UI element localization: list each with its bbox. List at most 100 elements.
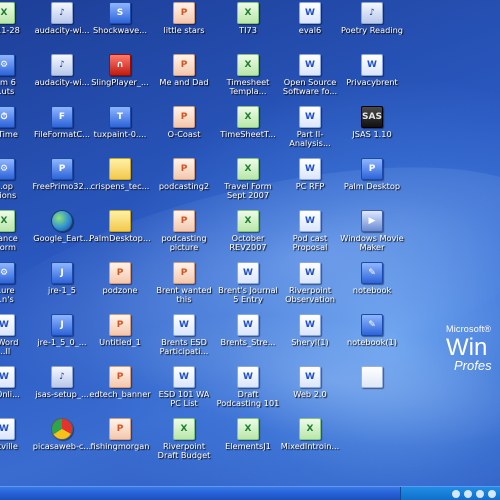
desktop-icon-label: TimeSheetT... bbox=[220, 130, 276, 139]
antivirus-icon[interactable] bbox=[476, 490, 484, 498]
desktop-icon-label: Open Source Software fo... bbox=[282, 78, 338, 96]
word-file-icon: W bbox=[299, 210, 321, 232]
desktop-icon[interactable]: W Draft Podcasting 101 bbox=[214, 366, 282, 414]
app-file-icon: ✎ bbox=[361, 262, 383, 284]
desktop-icon[interactable]: P Palm Desktop bbox=[338, 158, 406, 206]
folder-file-icon bbox=[109, 210, 131, 232]
desktop-icon[interactable] bbox=[338, 366, 406, 414]
chrome-file-icon bbox=[51, 418, 73, 440]
ppt-file-icon: P bbox=[109, 418, 131, 440]
desktop-icon[interactable]: X Riverpoint Draft Budget bbox=[150, 418, 218, 466]
word-file-icon: W bbox=[299, 54, 321, 76]
ppt-file-icon: P bbox=[173, 106, 195, 128]
excel-file-icon: X bbox=[299, 418, 321, 440]
excel-file-icon: X bbox=[173, 418, 195, 440]
desktop-icon[interactable]: W Web 2.0 bbox=[276, 366, 344, 414]
desktop-icon[interactable]: X TI73 bbox=[214, 2, 282, 50]
desktop-icon[interactable]: X October REV2007 bbox=[214, 210, 282, 258]
word-file-icon: W bbox=[299, 262, 321, 284]
desktop-icon-label: Brent's Journal 5 Entry bbox=[218, 286, 278, 304]
desktop-icon[interactable]: ✎ notebook(1) bbox=[338, 314, 406, 362]
desktop-icon-label: Poetry Reading bbox=[341, 26, 403, 35]
desktop-icon-label: Me and Dad bbox=[159, 78, 209, 87]
desktop-icon[interactable]: crispens_tec... bbox=[86, 158, 154, 206]
desktop-icon[interactable]: X TimeSheetT... bbox=[214, 106, 282, 154]
desktop-icon[interactable]: ▶ Windows Movie Maker bbox=[338, 210, 406, 258]
desktop-icon[interactable]: X ElementsJ1 bbox=[214, 418, 282, 466]
desktop-icon-label: Sheryl(1) bbox=[291, 338, 329, 347]
red-file-icon: ∩ bbox=[109, 54, 131, 76]
desktop-icon[interactable]: P Me and Dad bbox=[150, 54, 218, 102]
desktop-icon[interactable]: Ttuxpaint-0.... bbox=[86, 106, 154, 154]
desktop-icon-label: Riverpoint Observation bbox=[285, 286, 335, 304]
desktop-icon-label: October REV2007 bbox=[229, 234, 267, 252]
desktop-icon-label: Untitled_1 bbox=[99, 338, 141, 347]
desktop-icon[interactable]: W Privacybrent bbox=[338, 54, 406, 102]
desktop-icon[interactable]: P Brent wanted this bbox=[150, 262, 218, 310]
desktop-icon[interactable]: P Untitled_1 bbox=[86, 314, 154, 362]
sound-file-icon: ♪ bbox=[51, 54, 73, 76]
sound-file-icon: ♪ bbox=[361, 2, 383, 24]
taskbar[interactable] bbox=[0, 486, 500, 500]
excel-file-icon: X bbox=[237, 158, 259, 180]
desktop-icon-label: Part II- Analysis... bbox=[289, 130, 331, 148]
clock-icon[interactable] bbox=[488, 490, 496, 498]
desktop-icon[interactable]: W PC RFP bbox=[276, 158, 344, 206]
word-file-icon: W bbox=[299, 2, 321, 24]
desktop-icon[interactable]: Pedtech_banner bbox=[86, 366, 154, 414]
desktop-icon[interactable]: W Brent's Journal 5 Entry bbox=[214, 262, 282, 310]
desktop-icon[interactable]: W Part II- Analysis... bbox=[276, 106, 344, 154]
desktop-icon-label: eval6 bbox=[298, 26, 322, 35]
dark-file-icon: SAS bbox=[361, 106, 383, 128]
word-file-icon: W bbox=[299, 158, 321, 180]
ppt-file-icon: P bbox=[173, 54, 195, 76]
desktop-icon[interactable]: W Riverpoint Observation bbox=[276, 262, 344, 310]
desktop-icon[interactable]: ♪ Poetry Reading bbox=[338, 2, 406, 50]
app-file-icon: ✎ bbox=[361, 314, 383, 336]
desktop-icon[interactable]: W Sheryl(1) bbox=[276, 314, 344, 362]
desktop-icon[interactable]: X Timesheet Templa... bbox=[214, 54, 282, 102]
desktop-icon[interactable]: ✎ notebook bbox=[338, 262, 406, 310]
sound-file-icon: ♪ bbox=[51, 366, 73, 388]
app-file-icon: ⚙ bbox=[0, 262, 15, 284]
speaker-icon[interactable] bbox=[452, 490, 460, 498]
desktop-icon[interactable]: X Travel Form Sept 2007 bbox=[214, 158, 282, 206]
desktop-icon-label: SlingPlayer_... bbox=[91, 78, 149, 87]
desktop-icon[interactable]: SAS JSAS 1.10 bbox=[338, 106, 406, 154]
desktop-icon-label: tuxpaint-0.... bbox=[93, 130, 147, 139]
desktop-icon[interactable]: Pfishingmorgan bbox=[86, 418, 154, 466]
ppt-file-icon: P bbox=[173, 158, 195, 180]
desktop-icon[interactable]: Weval6 bbox=[276, 2, 344, 50]
app-file-icon: F bbox=[51, 106, 73, 128]
desktop-icon[interactable]: Ppodcasting2 bbox=[150, 158, 218, 206]
desktop-icon-label: Palm Desktop bbox=[343, 182, 401, 191]
desktop-icon[interactable]: Plittle stars bbox=[150, 2, 218, 50]
word-file-icon: W bbox=[173, 314, 195, 336]
desktop-icon[interactable]: Ppodcasting picture bbox=[150, 210, 218, 258]
desktop-icon[interactable]: W ESD 101 WA PC List bbox=[150, 366, 218, 414]
word-file-icon: W bbox=[237, 314, 259, 336]
desktop-icon[interactable]: Ppodzone bbox=[86, 262, 154, 310]
desktop-icon[interactable]: W Pod cast Proposal bbox=[276, 210, 344, 258]
desktop-icon[interactable]: W Open Source Software fo... bbox=[276, 54, 344, 102]
desktop-icon[interactable]: W Brents_Stre... bbox=[214, 314, 282, 362]
desktop-icon-label: Web 2.0 bbox=[293, 390, 327, 399]
desktop-icon[interactable]: ∩ SlingPlayer_... bbox=[86, 54, 154, 102]
ppt-file-icon: P bbox=[173, 262, 195, 284]
desktop-icon[interactable]: P O-Coast bbox=[150, 106, 218, 154]
word-file-icon: W bbox=[299, 106, 321, 128]
word-file-icon: W bbox=[0, 366, 15, 388]
ppt-file-icon: P bbox=[109, 262, 131, 284]
desktop-icon[interactable]: PalmDesktop... bbox=[86, 210, 154, 258]
desktop-icon-label: Shockwave... bbox=[92, 26, 148, 35]
desktop-icon[interactable]: W Brents ESD Participati... bbox=[150, 314, 218, 362]
desktop-icon[interactable]: S Shockwave... bbox=[86, 2, 154, 50]
desktop-icon-label: Draft Podcasting 101 bbox=[216, 390, 280, 408]
word-file-icon: W bbox=[237, 366, 259, 388]
system-tray[interactable] bbox=[400, 487, 500, 500]
desktop-icon-label: Brents ESD Participati... bbox=[159, 338, 209, 356]
desktop-icon[interactable]: X MixedIntroin... bbox=[276, 418, 344, 466]
app-file-icon: T bbox=[109, 106, 131, 128]
desktop-icon-label: Brents_Stre... bbox=[220, 338, 276, 347]
network-icon[interactable] bbox=[464, 490, 472, 498]
